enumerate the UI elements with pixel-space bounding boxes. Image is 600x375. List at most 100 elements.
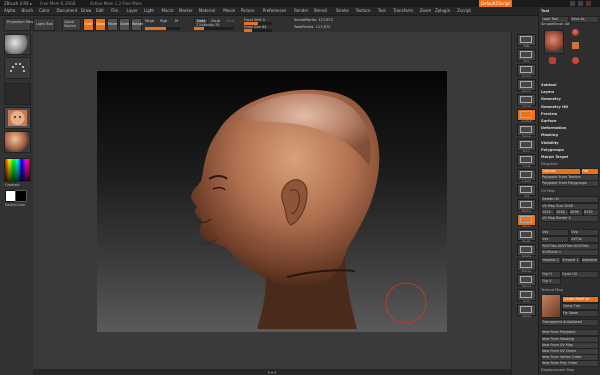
rotate-button[interactable]: Rotate <box>131 18 143 31</box>
uv-map-header[interactable]: UV Map <box>541 189 599 194</box>
section-deformation[interactable]: Deformation <box>541 126 599 131</box>
section-geometry[interactable]: Geometry <box>541 97 599 102</box>
menu-movie[interactable]: Movie <box>223 7 235 15</box>
section-morph-target[interactable]: Morph Target <box>541 155 599 160</box>
shelf-xyz-button[interactable]: Xyz <box>517 184 536 198</box>
section-visibility[interactable]: Visibility <box>541 141 599 146</box>
shelf-xpose-button[interactable]: Xpose <box>517 304 536 318</box>
menu-edit[interactable]: Edit <box>96 7 104 15</box>
menu-color[interactable]: Color <box>39 7 49 15</box>
shelf-move-button[interactable]: Move <box>517 214 536 228</box>
section-preview[interactable]: Preview <box>541 112 599 117</box>
menu-light[interactable]: Light <box>144 7 154 15</box>
stroke-selector[interactable] <box>4 57 31 79</box>
section-layers[interactable]: Layers <box>541 90 599 95</box>
menu-alpha[interactable]: Alpha <box>4 7 15 15</box>
uvc-button[interactable]: Uvc <box>541 236 569 243</box>
shelf-scroll-button[interactable]: Scroll <box>517 64 536 78</box>
menu-draw[interactable]: Draw <box>81 7 91 15</box>
menu-zscript[interactable]: Zscript <box>457 7 471 15</box>
close-icon[interactable] <box>586 1 591 6</box>
texture-selector[interactable] <box>4 107 31 129</box>
new-from-poly-order-button[interactable]: New From Poly Order <box>541 360 599 367</box>
rgb-intensity-slider[interactable] <box>145 27 180 30</box>
texture-map-header[interactable]: Texture Map <box>541 288 599 293</box>
sphere-tool-icon[interactable] <box>572 29 579 36</box>
shelf-rotate-button[interactable]: Rotate <box>517 244 536 258</box>
shelf-bpr-button[interactable]: BPR <box>517 34 536 48</box>
uv-map-border-slider[interactable]: UV Map Border 4 <box>541 215 599 222</box>
lightbox-button[interactable]: Light Box <box>33 18 55 31</box>
menu-file[interactable]: File <box>111 7 118 15</box>
shelf-lsym-button[interactable]: L.Sym <box>517 169 536 183</box>
cylinder-tool-icon[interactable] <box>549 57 556 64</box>
menu-zplugin[interactable]: Zplugin <box>435 7 450 15</box>
menu-transform[interactable]: Transform <box>393 7 413 15</box>
section-masking[interactable]: Masking <box>541 133 599 138</box>
menu-picture[interactable]: Picture <box>241 7 255 15</box>
hrepeat-slider[interactable]: Hrepeat 1 <box>541 257 561 264</box>
menu-stencil[interactable]: Stencil <box>314 7 328 15</box>
color-picker[interactable] <box>4 158 31 182</box>
menu-document[interactable]: Document <box>57 7 78 15</box>
menu-stroke[interactable]: Stroke <box>336 7 349 15</box>
cycle-uv-button[interactable]: Cycle UV <box>561 271 599 278</box>
create-new-texture-button[interactable]: Create NewTxtr <box>562 296 599 303</box>
default-zscript-button[interactable]: DefaultZScript <box>479 0 512 7</box>
polypaint-header[interactable]: Polypaint <box>541 162 599 167</box>
shelf-zoom-button[interactable]: Zoom <box>517 79 536 93</box>
clone-texture-button[interactable]: Clone Txtr <box>562 303 599 310</box>
menu-preferences[interactable]: Preferences <box>263 7 287 15</box>
uvs-button[interactable]: Uvs <box>541 229 569 236</box>
shelf-actual-button[interactable]: Actual <box>517 94 536 108</box>
flip-v-button[interactable]: Flip V <box>541 278 561 285</box>
material-selector[interactable] <box>4 131 31 153</box>
projection-master-button[interactable]: Projection Master <box>4 18 38 31</box>
flip-h-button[interactable]: Flip H <box>541 271 561 278</box>
section-surface[interactable]: Surface <box>541 119 599 124</box>
quick-sketch-button[interactable]: Quick Sketch <box>62 18 81 31</box>
shelf-persp-button[interactable]: Persp <box>517 124 536 138</box>
section-geometry-hd[interactable]: Geometry HD <box>541 105 599 110</box>
menu-material[interactable]: Material <box>199 7 215 15</box>
shelf-scale-button[interactable]: Scale <box>517 229 536 243</box>
uvtile-button[interactable]: UVTile <box>570 236 599 243</box>
shelf-floor-button[interactable]: Floor <box>517 139 536 153</box>
shelf-frame-button[interactable]: Frame <box>517 199 536 213</box>
polymesh-tool-icon[interactable] <box>572 42 579 49</box>
displacement-map-header[interactable]: Displacement Map <box>541 368 599 373</box>
section-polygroups[interactable]: Polygroups <box>541 148 599 153</box>
brush-selector[interactable] <box>4 34 31 55</box>
mrgb-button[interactable]: Mrgb <box>145 19 154 23</box>
rgb-button[interactable]: Rgb <box>160 19 167 23</box>
shelf-aahalf-button[interactable]: AAHalf <box>517 109 536 123</box>
uvp-button[interactable]: UVp <box>570 229 599 236</box>
section-subtool[interactable]: Subtool <box>541 83 599 88</box>
polypaint-from-polygroups-button[interactable]: Polypaint From Polygroups <box>541 180 599 187</box>
adaptive-button[interactable]: Adaptive <box>581 257 599 264</box>
shelf-spix-button[interactable]: SPix <box>517 49 536 63</box>
transparent-antialiased-row[interactable]: Transparent Antialiased <box>541 319 599 326</box>
shelf-solo-button[interactable]: Solo <box>517 289 536 303</box>
menu-layer[interactable]: Layer <box>127 7 138 15</box>
switch-color-button[interactable]: SwitchColor <box>5 203 25 207</box>
move-button[interactable]: Move <box>107 18 118 31</box>
document-canvas[interactable] <box>97 71 447 332</box>
draw-button[interactable]: Draw <box>95 18 106 31</box>
zcut-button[interactable]: Zcut <box>226 19 234 23</box>
menu-tool[interactable]: Tool <box>378 7 386 15</box>
m-button[interactable]: M <box>175 19 178 23</box>
fix-seam-button[interactable]: Fix Seam <box>562 310 599 317</box>
menu-zoom[interactable]: Zoom <box>420 7 432 15</box>
minimize-icon[interactable] <box>570 1 575 6</box>
auv-ratio-slider[interactable]: AUVRatio 1 <box>541 249 599 256</box>
vrepeat-slider[interactable]: Vrepeat 1 <box>561 257 581 264</box>
delete-uv-button[interactable]: Delete UV <box>541 196 599 203</box>
current-tool-thumbnail[interactable] <box>544 30 564 54</box>
texture-map-thumbnail[interactable] <box>541 294 561 318</box>
alpha-selector[interactable] <box>4 83 31 105</box>
menu-marker[interactable]: Marker <box>179 7 193 15</box>
menu-brush[interactable]: Brush <box>22 7 34 15</box>
head-tool-icon[interactable] <box>572 57 579 64</box>
gradient-label[interactable]: Gradient <box>5 183 20 187</box>
